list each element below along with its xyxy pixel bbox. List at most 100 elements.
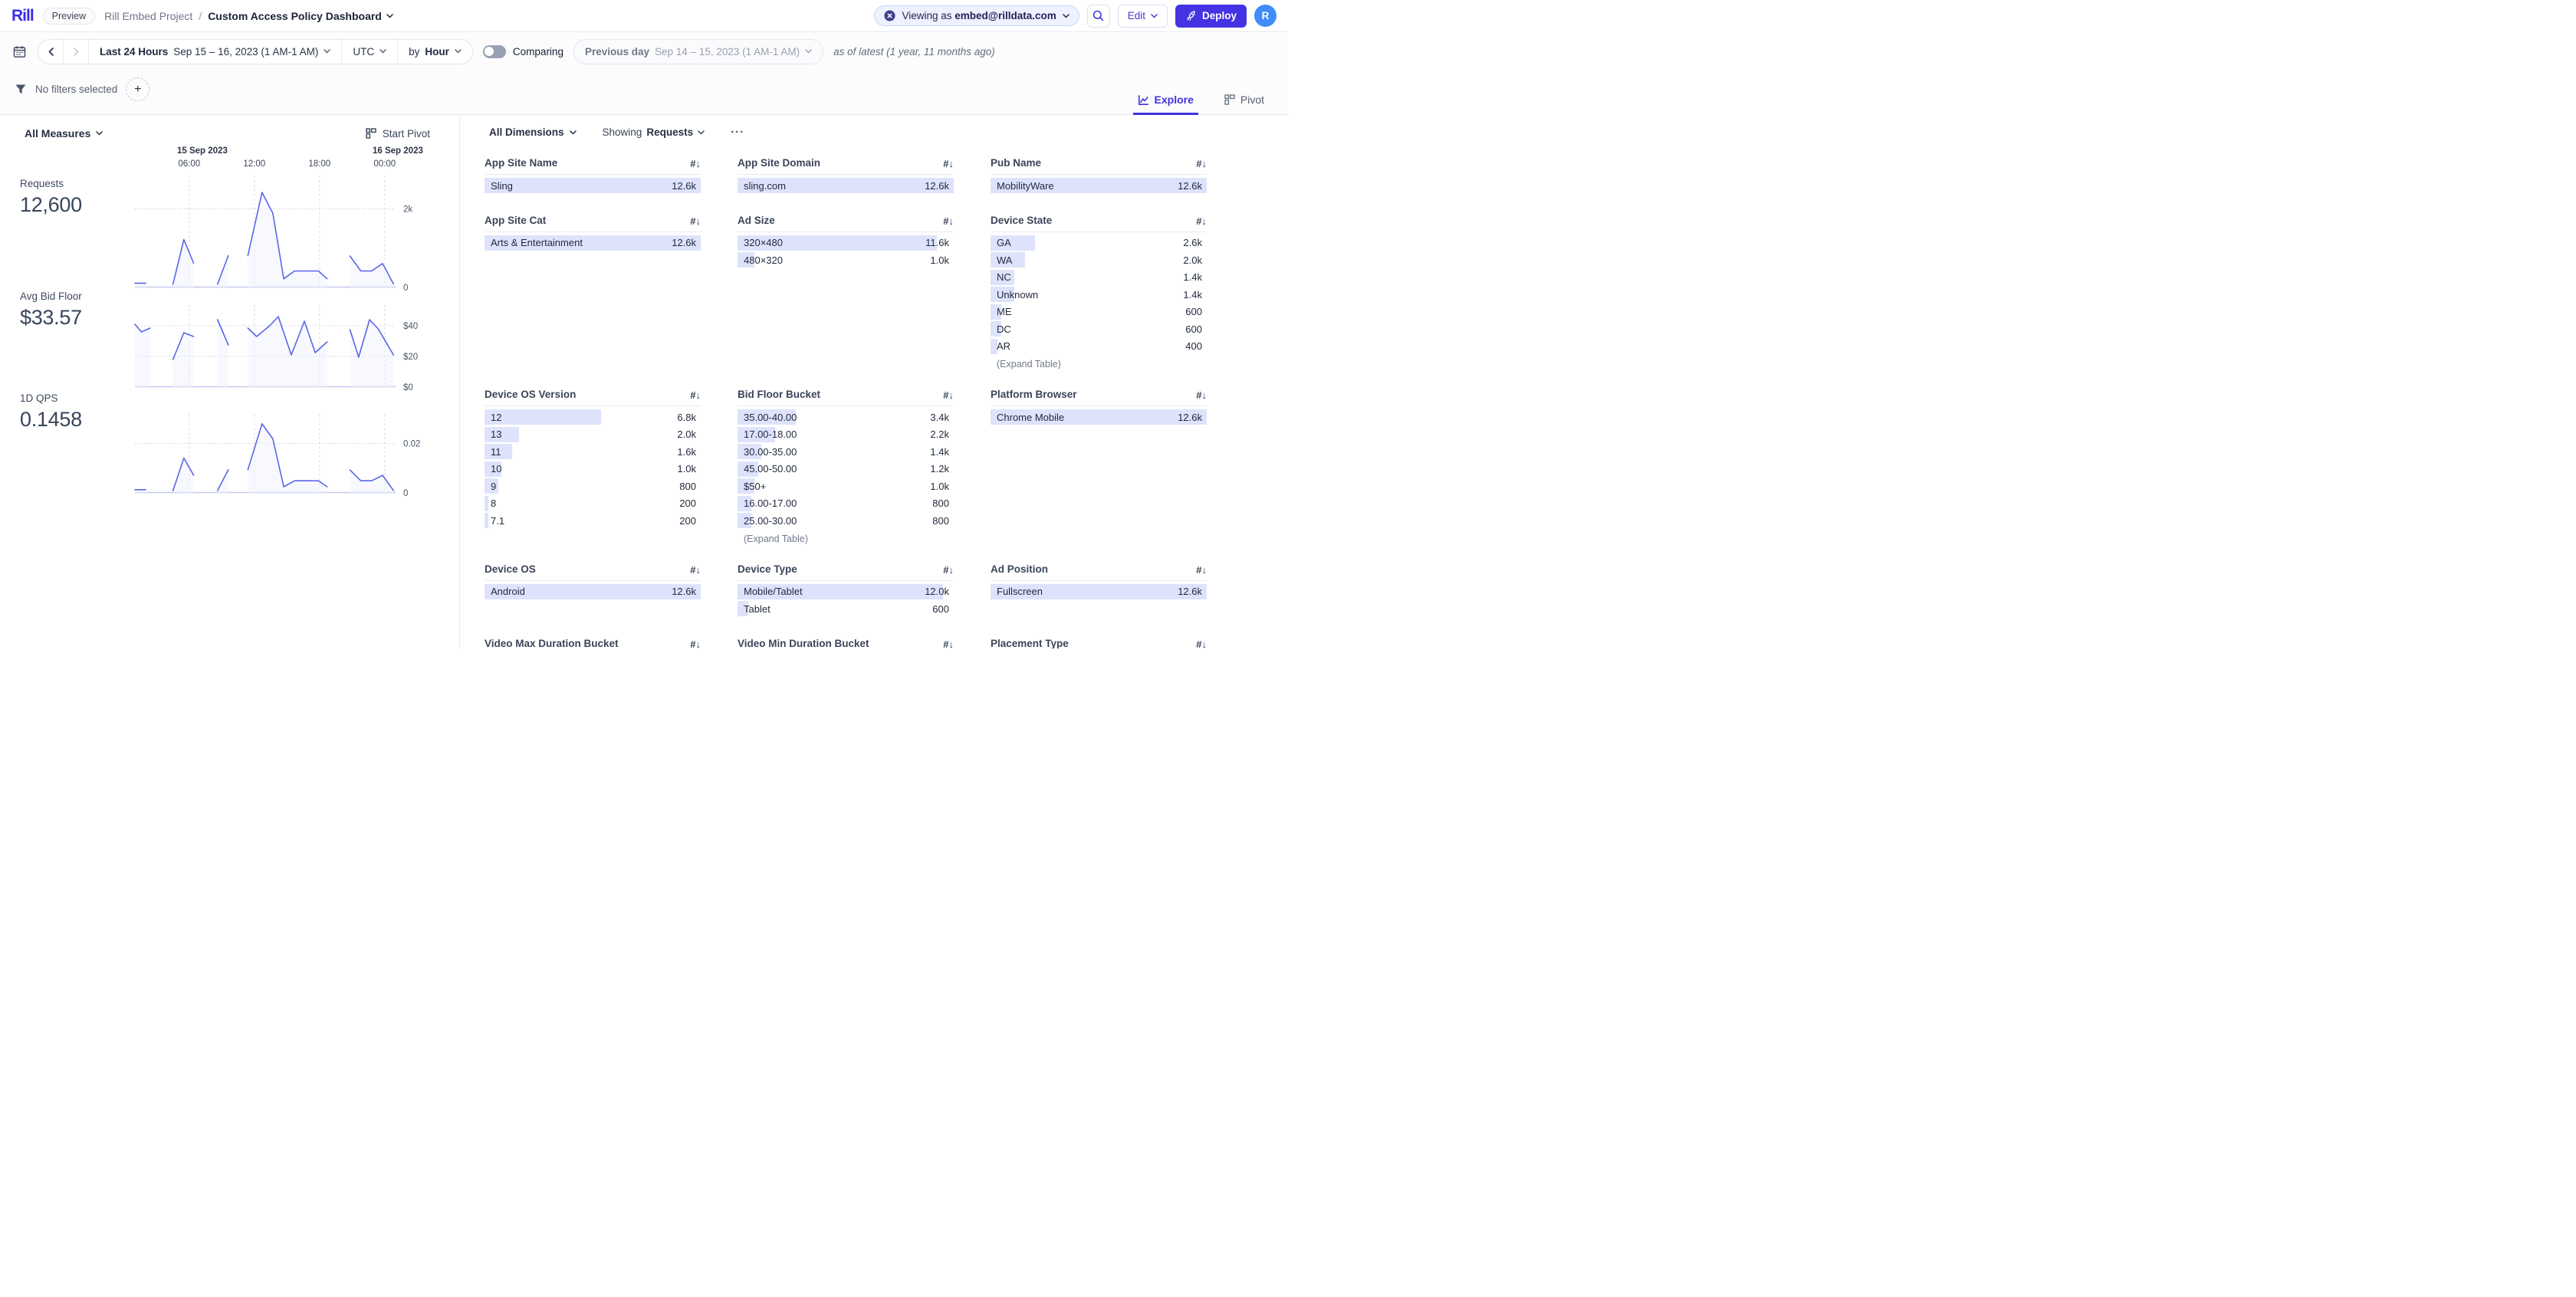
leaderboard-video-min-duration-bucket: Video Min Duration Bucket #↓ [738,637,954,649]
leaderboard-row[interactable]: NC1.4k [991,270,1207,285]
viewing-as-pill[interactable]: Viewing as embed@rilldata.com [874,5,1079,26]
sort-indicator[interactable]: #↓ [1196,158,1207,169]
sort-indicator[interactable]: #↓ [943,158,954,169]
dimension-title[interactable]: App Site Cat [485,215,546,227]
dimension-title[interactable]: Pub Name [991,157,1041,169]
start-pivot-button[interactable]: Start Pivot [361,127,435,140]
leaderboard-row[interactable]: GA2.6k [991,235,1207,251]
leaderboard-row[interactable]: 111.6k [485,444,701,459]
leaderboard-row[interactable]: Arts & Entertainment12.6k [485,235,701,251]
leaderboard-row[interactable]: MobilityWare12.6k [991,178,1207,193]
dimension-title[interactable]: Bid Floor Bucket [738,389,820,401]
sort-indicator[interactable]: #↓ [1196,215,1207,227]
sort-indicator[interactable]: #↓ [690,389,701,401]
dimension-title[interactable]: Device Type [738,563,797,576]
grain-selector[interactable]: by Hour [398,40,472,64]
sort-indicator[interactable]: #↓ [690,215,701,227]
leaderboard-row[interactable]: WA2.0k [991,252,1207,268]
leaderboard-row[interactable]: 17.00-18.002.2k [738,427,954,442]
leaderboard-row[interactable]: Mobile/Tablet12.0k [738,584,954,599]
comparing-toggle[interactable] [483,45,506,58]
dimension-title[interactable]: Video Min Duration Bucket [738,638,869,648]
leaderboard-row[interactable]: DC600 [991,321,1207,337]
close-circle-icon[interactable] [884,10,895,21]
dimension-title[interactable]: App Site Domain [738,157,820,169]
sort-indicator[interactable]: #↓ [943,639,954,649]
sort-indicator[interactable]: #↓ [690,639,701,649]
leaderboard-row[interactable]: 30.00-35.001.4k [738,444,954,459]
dimension-title[interactable]: Ad Position [991,563,1048,576]
dimension-title[interactable]: Device OS Version [485,389,576,401]
leaderboard-row[interactable]: 45.00-50.001.2k [738,461,954,477]
leaderboard-row[interactable]: 35.00-40.003.4k [738,409,954,425]
svg-text:0: 0 [403,284,408,293]
leaderboard-row[interactable]: ME600 [991,304,1207,320]
expand-table-link[interactable]: (Expand Table) [991,356,1207,369]
dimension-value-count: 2.2k [930,429,954,440]
dimension-title[interactable]: Placement Type [991,638,1069,648]
expand-table-link[interactable]: (Expand Table) [738,530,954,544]
deploy-button[interactable]: Deploy [1175,5,1247,28]
leaderboard-row[interactable]: 320×48011.6k [738,235,954,251]
leaderboard-row[interactable]: Sling12.6k [485,178,701,193]
dimension-value-count: 1.4k [1183,289,1207,300]
breadcrumb-project[interactable]: Rill Embed Project [104,10,192,22]
dimension-title[interactable]: Video Max Duration Bucket [485,638,619,648]
timezone-selector[interactable]: UTC [342,40,397,64]
dimension-title[interactable]: Ad Size [738,215,775,227]
add-filter-button[interactable]: + [126,77,150,101]
leaderboard-header: Ad Size #↓ [738,214,954,228]
leaderboard-row[interactable]: Android12.6k [485,584,701,599]
avatar[interactable]: R [1254,5,1276,27]
leaderboard-row[interactable]: Fullscreen12.6k [991,584,1207,599]
measure-chart-1d-qps[interactable]: 0.020 [135,414,442,497]
dimension-value-label: 11 [485,446,501,458]
dimension-title[interactable]: Platform Browser [991,389,1077,401]
sort-indicator[interactable]: #↓ [943,389,954,401]
rill-logo[interactable]: Rill [12,8,34,24]
leaderboard-row[interactable]: 9800 [485,478,701,494]
leaderboard-row[interactable]: Tablet600 [738,601,954,616]
all-dimensions-selector[interactable]: All Dimensions [485,126,581,139]
leaderboard-row[interactable]: sling.com12.6k [738,178,954,193]
time-range-back-button[interactable] [38,40,63,64]
dimension-title[interactable]: Device State [991,215,1052,227]
sort-indicator[interactable]: #↓ [1196,564,1207,576]
edit-button[interactable]: Edit [1118,5,1168,28]
search-button[interactable] [1087,5,1110,28]
sort-indicator[interactable]: #↓ [943,215,954,227]
comparison-range-selector[interactable]: Previous day Sep 14 – 15, 2023 (1 AM-1 A… [573,39,823,64]
leaderboard-row[interactable]: 480×3201.0k [738,252,954,268]
leaderboard-row[interactable]: 8200 [485,496,701,511]
sort-indicator[interactable]: #↓ [1196,389,1207,401]
sort-indicator[interactable]: #↓ [690,158,701,169]
leaderboard-row[interactable]: AR400 [991,339,1207,354]
all-measures-selector[interactable]: All Measures [20,126,107,140]
sort-indicator[interactable]: #↓ [943,564,954,576]
leaderboard-row[interactable]: Unknown1.4k [991,287,1207,302]
measure-chart-avg-bid-floor[interactable]: $40$20$0 [135,304,442,392]
sort-indicator[interactable]: #↓ [690,564,701,576]
leaderboard-row[interactable]: 25.00-30.00800 [738,513,954,528]
time-range-forward-button[interactable] [64,40,88,64]
leaderboard-row[interactable]: 16.00-17.00800 [738,496,954,511]
leaderboard-row[interactable]: 7.1200 [485,513,701,528]
sort-indicator[interactable]: #↓ [1196,639,1207,649]
showing-measure-selector[interactable]: Showing Requests [598,126,710,139]
tab-pivot[interactable]: Pivot [1220,93,1269,115]
leaderboard-row[interactable]: 132.0k [485,427,701,442]
tab-explore[interactable]: Explore [1133,93,1198,115]
more-menu-button[interactable]: ··· [726,126,749,139]
axis-tick-label: 12:00 [243,159,265,169]
dimension-title[interactable]: Device OS [485,563,536,576]
dimension-title[interactable]: App Site Name [485,157,557,169]
time-range-selector[interactable]: Last 24 Hours Sep 15 – 16, 2023 (1 AM-1 … [89,40,341,64]
calendar-button[interactable] [12,44,28,60]
breadcrumb-dashboard[interactable]: Custom Access Policy Dashboard [208,10,393,22]
measure-label: Requests [20,178,135,189]
leaderboard-row[interactable]: 101.0k [485,461,701,477]
leaderboard-row[interactable]: $50+1.0k [738,478,954,494]
leaderboard-row[interactable]: Chrome Mobile12.6k [991,409,1207,425]
measure-chart-requests[interactable]: 2k0 [135,176,442,292]
leaderboard-row[interactable]: 126.8k [485,409,701,425]
